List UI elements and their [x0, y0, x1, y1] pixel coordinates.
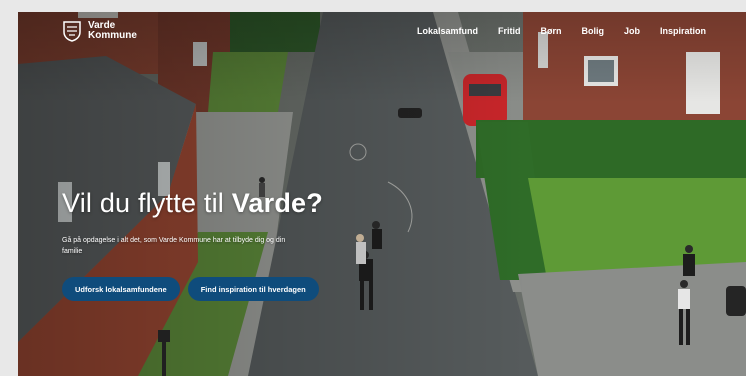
main-nav: Lokalsamfund Fritid Børn Bolig Job Inspi…: [417, 26, 706, 36]
nav-item-born[interactable]: Børn: [540, 26, 561, 36]
nav-item-fritid[interactable]: Fritid: [498, 26, 521, 36]
varde-kommune-logo[interactable]: Varde Kommune: [62, 20, 137, 42]
find-inspiration-button[interactable]: Find inspiration til hverdagen: [187, 277, 319, 301]
page: Varde Kommune Lokalsamfund Fritid Børn B…: [18, 12, 746, 376]
hero-title-bold: Varde?: [231, 188, 323, 218]
site-header: Varde Kommune Lokalsamfund Fritid Børn B…: [18, 12, 746, 56]
logo-line-2: Kommune: [88, 30, 137, 41]
hero-title: Vil du flytte til Varde?: [62, 188, 323, 219]
nav-item-bolig[interactable]: Bolig: [581, 26, 604, 36]
hero-subtitle: Gå på opdagelse i alt det, som Varde Kom…: [62, 237, 286, 255]
nav-item-lokalsamfund[interactable]: Lokalsamfund: [417, 26, 478, 36]
hero-content: Vil du flytte til Varde? Gå på opdagelse…: [62, 188, 323, 257]
logo-text: Varde Kommune: [88, 21, 137, 41]
varde-coat-of-arms-icon: [63, 21, 81, 42]
explore-communities-button[interactable]: Udforsk lokalsamfundene: [62, 277, 180, 301]
hero-buttons: Udforsk lokalsamfundene Find inspiration…: [62, 277, 319, 301]
hero-title-regular: Vil du flytte til: [62, 188, 232, 218]
nav-item-job[interactable]: Job: [624, 26, 640, 36]
nav-item-inspiration[interactable]: Inspiration: [660, 26, 706, 36]
